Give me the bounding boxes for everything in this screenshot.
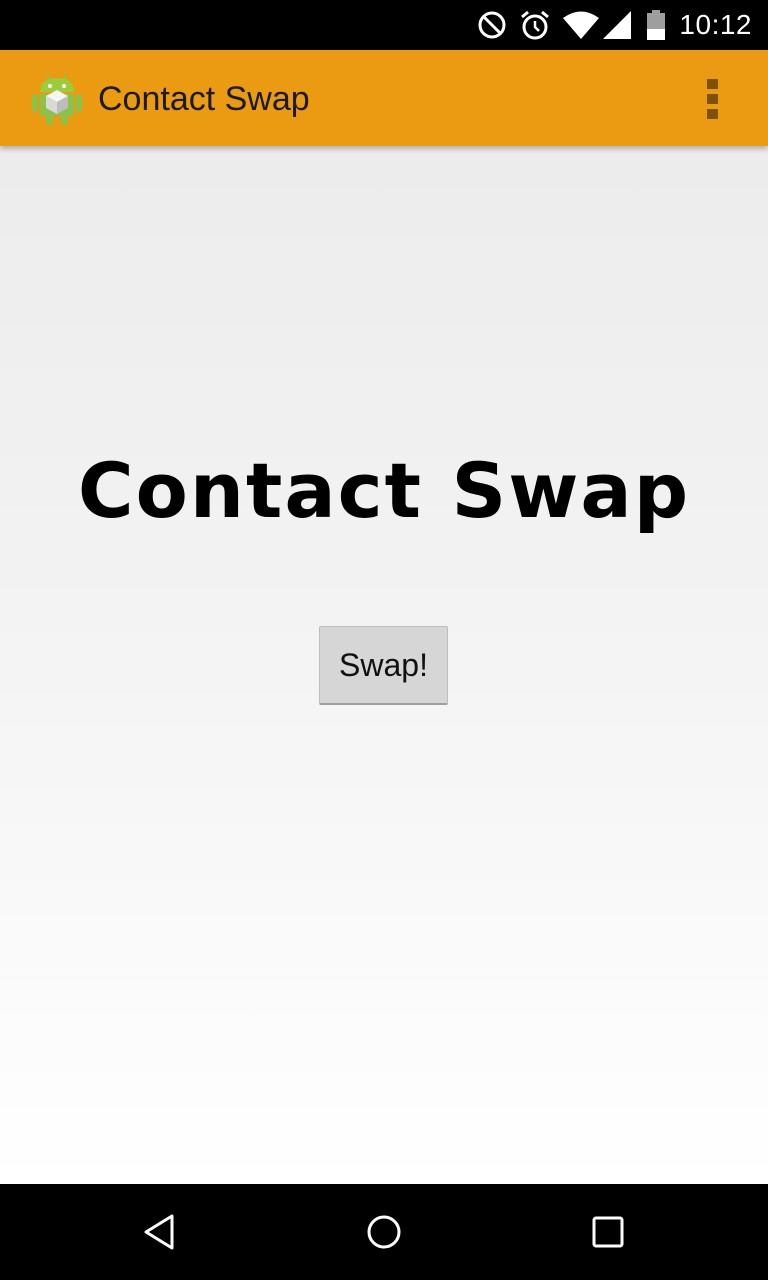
recents-button[interactable] [578, 1202, 638, 1262]
back-icon [144, 1214, 174, 1250]
battery-icon [647, 10, 666, 40]
status-time: 10:12 [679, 9, 752, 40]
overflow-menu-dot [706, 94, 718, 104]
navigation-bar [0, 1184, 768, 1280]
status-bar: 10:12 [0, 0, 768, 50]
recents-icon [592, 1216, 624, 1248]
overflow-menu-icon [706, 79, 718, 89]
action-bar: Contact Swap [0, 50, 768, 146]
do-not-disturb-icon [477, 10, 507, 40]
back-button[interactable] [130, 1202, 190, 1262]
main-content: Contact Swap Swap! [0, 146, 768, 1184]
logo-text: Contact Swap [77, 446, 691, 535]
wifi-icon [563, 11, 600, 39]
cell-signal-icon [603, 11, 632, 39]
swap-button[interactable]: Swap! [319, 626, 448, 705]
status-icons: 10:12 [465, 0, 752, 50]
app-title: Contact Swap [98, 80, 310, 118]
home-button[interactable] [354, 1202, 414, 1262]
android-app-icon [30, 70, 84, 126]
alarm-icon [519, 9, 551, 41]
overflow-menu-button[interactable] [692, 76, 732, 122]
overflow-menu-dot [706, 109, 718, 119]
home-icon [367, 1215, 401, 1249]
